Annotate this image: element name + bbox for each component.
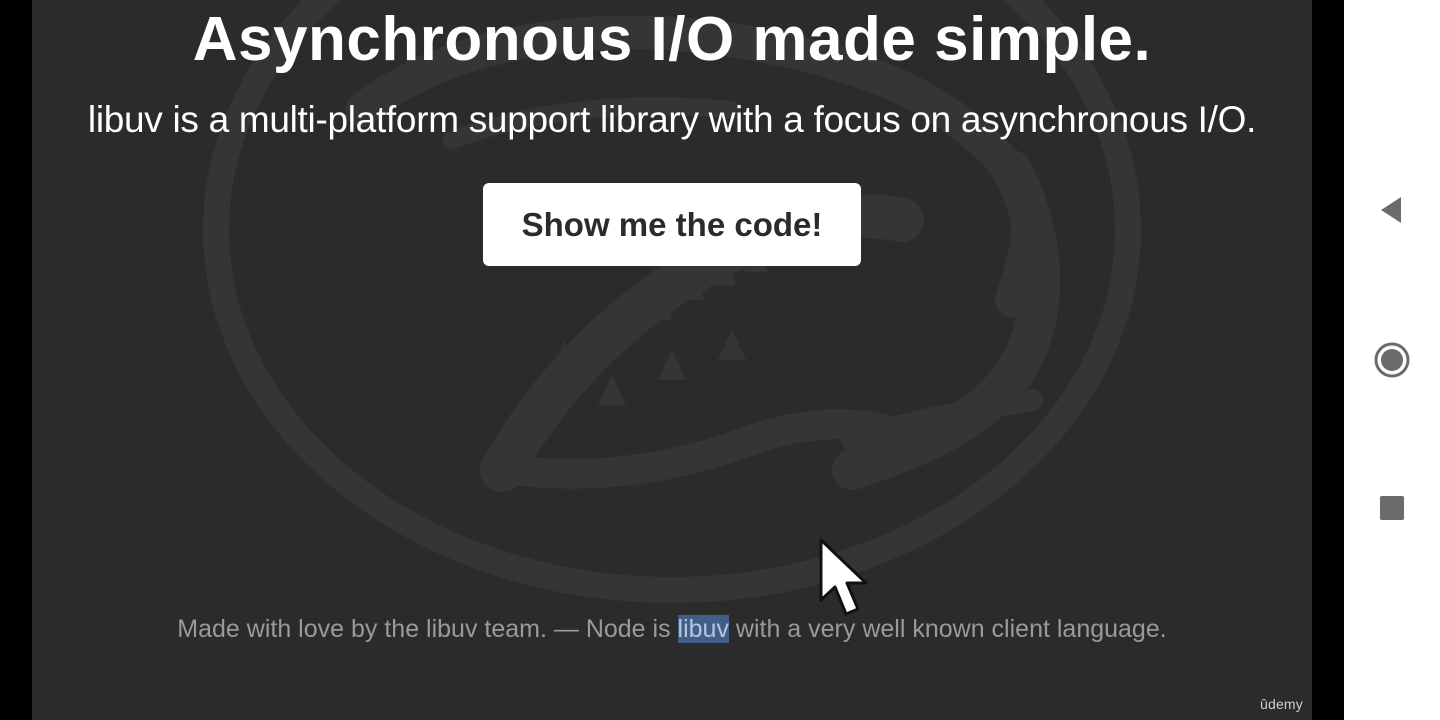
footer-text-before: Made with love by the libuv team. — Node… — [177, 615, 678, 643]
footer-text-highlight: libuv — [677, 615, 729, 643]
tagline: libuv is a multi-platform support librar… — [87, 99, 1257, 140]
headline: Asynchronous I/O made simple. — [192, 5, 1152, 74]
recent-apps-button[interactable] — [1368, 484, 1416, 532]
udemy-watermark: ûdemy — [1259, 696, 1303, 712]
screen: Asynchronous I/O made simple. libuv is a… — [0, 0, 1440, 720]
back-button[interactable] — [1368, 186, 1416, 234]
show-code-button[interactable]: Show me the code! — [483, 183, 861, 266]
mouse-pointer-icon — [819, 538, 868, 616]
home-button[interactable] — [1368, 336, 1416, 384]
recent-apps-square-icon — [1380, 496, 1404, 520]
footer-text: Made with love by the libuv team. — Node… — [32, 612, 1312, 646]
video-frame[interactable]: Asynchronous I/O made simple. libuv is a… — [32, 0, 1312, 720]
home-circle-icon — [1374, 342, 1410, 378]
footer-text-after: with a very well known client language. — [728, 615, 1167, 643]
back-triangle-icon — [1381, 197, 1401, 223]
navigation-bar — [1344, 0, 1440, 720]
